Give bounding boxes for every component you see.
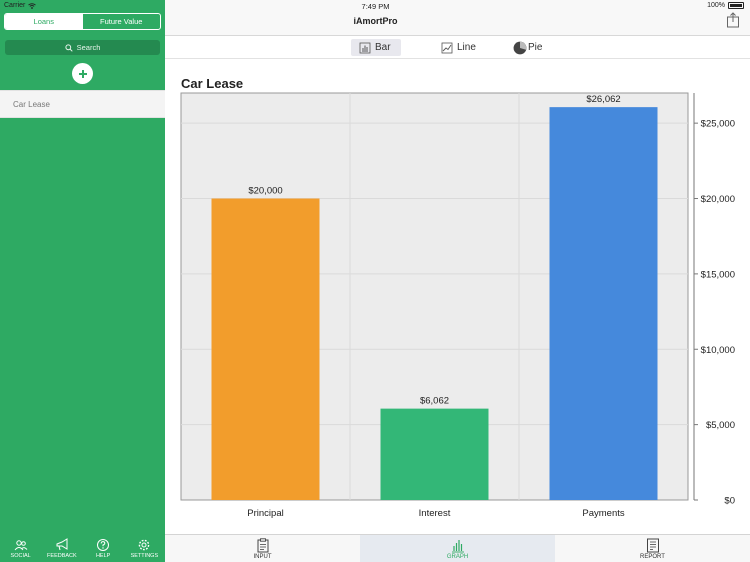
mode-segmented-control: Loans Future Value — [4, 13, 161, 30]
x-category-label: Interest — [419, 508, 451, 519]
x-category-label: Payments — [582, 508, 624, 519]
bar-chart: $20,000 Principal $6,062 Interest $26,062 Pay… — [180, 92, 735, 519]
chart-type-pie-label: Pie — [528, 42, 543, 53]
sidebar: Carrier Loans Future Value Search Car Le… — [0, 0, 165, 562]
tab-social-label: SOCIAL — [10, 553, 31, 559]
tab-help[interactable]: HELP — [83, 532, 124, 562]
chart-type-bar-button[interactable]: Bar — [351, 39, 401, 56]
battery-percent: 100% — [707, 2, 725, 9]
loan-list-item[interactable]: Car Lease — [0, 90, 165, 118]
y-tick-label: $20,000 — [701, 194, 735, 205]
bar-interest — [380, 408, 489, 500]
search-placeholder: Search — [76, 43, 101, 52]
bar-chart-icon — [359, 42, 371, 53]
status-time: 7:49 PM — [361, 2, 390, 11]
bottom-tabbar: INPUT GRAPH REPORT — [165, 534, 750, 562]
bar-principal — [211, 198, 320, 500]
tab-report[interactable]: REPORT — [555, 535, 750, 562]
y-tick-label: $5,000 — [706, 420, 735, 431]
app-window: Carrier Loans Future Value Search Car Le… — [0, 0, 750, 562]
y-tick-label: $0 — [724, 496, 735, 507]
segment-future-value[interactable]: Future Value — [83, 14, 161, 29]
chart-type-line-button[interactable]: Line — [441, 39, 476, 56]
page-title: iAmortPro — [353, 16, 398, 26]
bar-payments — [549, 107, 658, 501]
tab-feedback[interactable]: FEEDBACK — [41, 532, 82, 562]
y-tick-label: $25,000 — [701, 119, 735, 130]
people-icon — [14, 540, 28, 551]
pie-chart-icon — [513, 41, 527, 54]
segment-loans[interactable]: Loans — [5, 14, 83, 29]
y-tick-label: $10,000 — [701, 345, 735, 356]
bar-value-label: $20,000 — [248, 186, 282, 197]
clipboard-icon — [257, 538, 268, 553]
search-icon — [65, 43, 73, 52]
chart-type-selector: Bar Line Pie — [165, 36, 750, 59]
x-category-label: Principal — [247, 508, 283, 519]
add-loan-button[interactable] — [72, 63, 93, 84]
navigation-bar: 7:49 PM 100% iAmortPro — [165, 0, 750, 36]
status-battery: 100% — [707, 2, 744, 9]
carrier-label: Carrier — [4, 2, 26, 9]
tab-graph[interactable]: GRAPH — [360, 535, 555, 562]
megaphone-icon — [56, 538, 68, 551]
y-tick-label: $15,000 — [701, 269, 735, 280]
loan-item-label: Car Lease — [13, 100, 50, 109]
chart-title: Car Lease — [181, 76, 244, 91]
question-icon — [97, 539, 110, 551]
tab-feedback-label: FEEDBACK — [47, 553, 77, 559]
tab-social[interactable]: SOCIAL — [0, 532, 41, 562]
graph-icon — [451, 540, 464, 553]
line-chart-icon — [441, 42, 453, 53]
gear-icon — [139, 539, 150, 551]
main-pane: 7:49 PM 100% iAmortPro Bar Line Pie Car … — [165, 0, 750, 562]
share-icon[interactable] — [726, 12, 740, 28]
tab-report-label: REPORT — [640, 554, 665, 560]
plus-icon — [78, 69, 87, 78]
battery-icon — [728, 2, 744, 9]
tab-graph-label: GRAPH — [446, 554, 469, 560]
tab-input-label: INPUT — [253, 554, 272, 560]
chart-type-pie-button[interactable]: Pie — [513, 39, 542, 56]
tab-help-label: HELP — [95, 553, 111, 559]
status-carrier: Carrier — [4, 2, 37, 9]
tab-settings[interactable]: SETTINGS — [124, 532, 165, 562]
report-icon — [646, 538, 659, 553]
chart-type-bar-label: Bar — [375, 42, 391, 53]
search-input[interactable]: Search — [5, 40, 160, 55]
bar-value-label: $6,062 — [420, 396, 449, 407]
chart-type-line-label: Line — [457, 42, 476, 53]
sidebar-tabbar: SOCIAL FEEDBACK HELP SETTINGS — [0, 532, 165, 562]
bar-value-label: $26,062 — [586, 94, 620, 105]
tab-settings-label: SETTINGS — [130, 553, 159, 559]
wifi-icon — [28, 2, 37, 9]
tab-input[interactable]: INPUT — [165, 535, 360, 562]
